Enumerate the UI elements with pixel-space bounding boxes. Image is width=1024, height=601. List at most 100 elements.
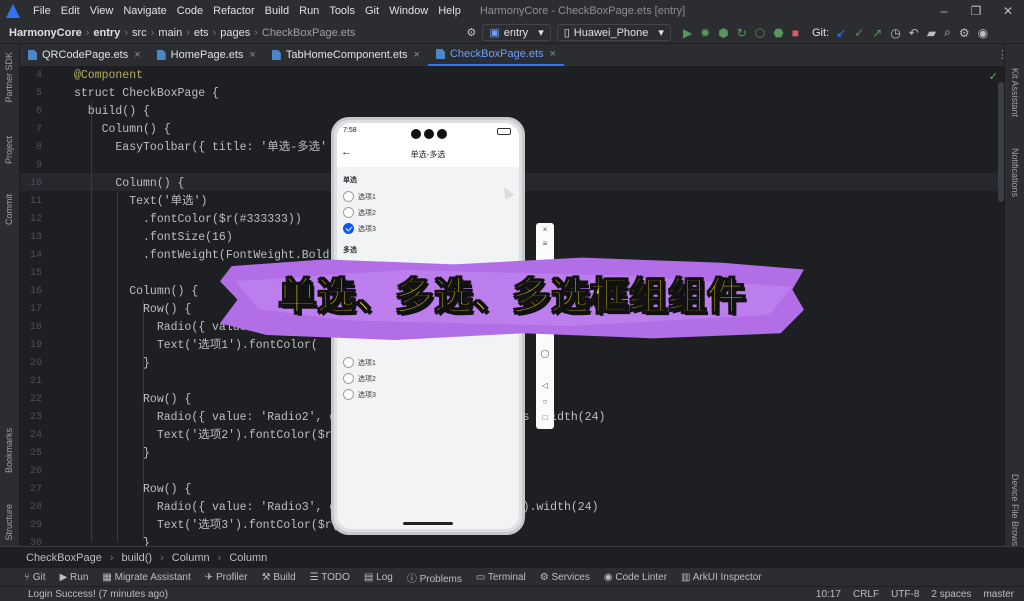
project-tab[interactable]: Project: [4, 136, 14, 164]
device-file-browser-tab[interactable]: Device File Browser: [1010, 474, 1020, 554]
breadcrumb-column-inner[interactable]: Column: [229, 552, 267, 564]
git-update-icon[interactable]: ↙: [832, 26, 850, 40]
rerun-icon[interactable]: ↻: [733, 26, 751, 40]
menu-window[interactable]: Window: [384, 5, 433, 17]
status-message[interactable]: Login Success! (7 minutes ago): [28, 589, 168, 600]
checkbox-option-1[interactable]: 选项1: [343, 357, 376, 368]
run-icon[interactable]: ▶: [679, 26, 696, 40]
tool-profiler[interactable]: ✈ Profiler: [205, 572, 248, 583]
radio-option-2[interactable]: 选项2: [343, 207, 376, 218]
tool-terminal[interactable]: ▭ Terminal: [476, 572, 526, 583]
breadcrumb-src[interactable]: src: [129, 27, 150, 39]
close-tab-icon[interactable]: ×: [249, 49, 255, 61]
close-icon[interactable]: ×: [536, 225, 554, 234]
tool-git[interactable]: ⑂ Git: [24, 572, 46, 583]
tool-services[interactable]: ⚙ Services: [540, 572, 590, 583]
menu-navigate[interactable]: Navigate: [118, 5, 171, 17]
indent-setting[interactable]: 2 spaces: [931, 589, 971, 600]
radio-checked-icon[interactable]: [343, 223, 354, 234]
partner-sdk-tab[interactable]: Partner SDK: [4, 52, 14, 103]
file-encoding[interactable]: UTF-8: [891, 589, 919, 600]
coverage-icon[interactable]: ⬣: [769, 26, 787, 40]
editor-scrollbar[interactable]: [998, 82, 1004, 202]
checkbox-option-3[interactable]: 选项3: [343, 389, 376, 400]
tool-run[interactable]: ▶ Run: [60, 572, 89, 583]
menu-icon[interactable]: ≡: [536, 239, 554, 248]
breadcrumb-pages[interactable]: pages: [217, 27, 253, 39]
tab-homepage[interactable]: HomePage.ets ×: [149, 44, 264, 66]
tool-problems[interactable]: ⓘ Problems: [407, 570, 462, 585]
close-tab-icon[interactable]: ×: [550, 48, 556, 60]
close-icon[interactable]: ✕: [992, 0, 1024, 22]
tab-tabhomecomponent[interactable]: TabHomeComponent.ets ×: [264, 44, 428, 66]
debug-icon[interactable]: ✹: [696, 26, 714, 40]
inspection-ok-icon[interactable]: ✓: [989, 70, 998, 83]
breadcrumb-build[interactable]: build(): [122, 552, 153, 564]
caret-position[interactable]: 10:17: [816, 589, 841, 600]
tool-migrate-assistant[interactable]: ▦ Migrate Assistant: [102, 572, 190, 583]
recent-nav-icon[interactable]: □: [536, 413, 554, 422]
run-config-select[interactable]: ▣ entry ▾: [482, 24, 551, 41]
radio-option-3[interactable]: 选项3: [343, 223, 376, 234]
menu-view[interactable]: View: [85, 5, 119, 17]
menu-build[interactable]: Build: [260, 5, 294, 17]
breadcrumb-column[interactable]: Column: [172, 552, 210, 564]
settings-icon[interactable]: ⚙: [955, 26, 974, 40]
notifications-tab[interactable]: Notifications: [1010, 148, 1020, 197]
account-icon[interactable]: ◉: [974, 26, 992, 40]
tab-qrcodepage[interactable]: QRCodePage.ets ×: [20, 44, 149, 66]
tool-build[interactable]: ⚒ Build: [262, 572, 296, 583]
minimize-icon[interactable]: –: [928, 0, 960, 22]
back-nav-icon[interactable]: ◁: [536, 381, 554, 390]
git-push-icon[interactable]: ↗: [868, 26, 886, 40]
breadcrumb-file[interactable]: CheckBoxPage.ets: [259, 27, 359, 39]
breadcrumb-module[interactable]: entry: [90, 27, 123, 39]
close-tab-icon[interactable]: ×: [134, 49, 140, 61]
menu-git[interactable]: Git: [360, 5, 384, 17]
checkbox-icon[interactable]: [343, 373, 354, 384]
settings-gear-icon[interactable]: ⚙: [466, 26, 476, 39]
tool-arkui-inspector[interactable]: ▥ ArkUI Inspector: [681, 572, 762, 583]
tool-code-linter[interactable]: ◉ Code Linter: [604, 572, 667, 583]
menu-edit[interactable]: Edit: [56, 5, 85, 17]
radio-icon[interactable]: [343, 191, 354, 202]
radio-option-1[interactable]: 选项1: [343, 191, 376, 202]
menu-tools[interactable]: Tools: [324, 5, 360, 17]
menu-refactor[interactable]: Refactor: [208, 5, 260, 17]
bookmarks-tab[interactable]: Bookmarks: [4, 428, 14, 473]
search-icon[interactable]: ⌕: [940, 25, 955, 40]
line-separator[interactable]: CRLF: [853, 589, 879, 600]
radio-icon[interactable]: [343, 207, 354, 218]
structure-tab[interactable]: Structure: [4, 504, 14, 541]
commit-tab[interactable]: Commit: [4, 194, 14, 225]
close-tab-icon[interactable]: ×: [414, 49, 420, 61]
stop-icon[interactable]: ■: [788, 26, 803, 40]
kit-assistant-tab[interactable]: Kit Assistant: [1010, 68, 1020, 117]
git-branch[interactable]: master: [983, 589, 1014, 600]
tab-checkboxpage[interactable]: CheckBoxPage.ets ×: [427, 44, 564, 66]
attach-icon[interactable]: ⬢: [714, 26, 732, 40]
rollback-icon[interactable]: ↶: [905, 26, 923, 40]
menu-run[interactable]: Run: [294, 5, 324, 17]
tool-todo[interactable]: ☰ TODO: [310, 572, 350, 583]
home-nav-icon[interactable]: ○: [536, 397, 554, 406]
history-icon[interactable]: ◷: [886, 26, 904, 40]
restore-icon[interactable]: ❐: [960, 0, 992, 22]
checkbox-icon[interactable]: [343, 389, 354, 400]
tool-log[interactable]: ▤ Log: [364, 572, 393, 583]
power-icon[interactable]: ◯: [536, 349, 554, 358]
checkbox-icon[interactable]: [343, 357, 354, 368]
profile-icon[interactable]: ⬡: [751, 26, 769, 40]
menu-code[interactable]: Code: [172, 5, 208, 17]
menu-file[interactable]: File: [28, 5, 56, 17]
checkbox-option-2[interactable]: 选项2: [343, 373, 376, 384]
device-manager-icon[interactable]: ▰: [923, 26, 940, 40]
breadcrumb-project[interactable]: HarmonyCore: [6, 27, 85, 39]
breadcrumb-ets[interactable]: ets: [191, 27, 212, 39]
breadcrumb-checkboxpage[interactable]: CheckBoxPage: [26, 552, 102, 564]
device-select[interactable]: ▯ Huawei_Phone ▾: [556, 24, 671, 41]
breadcrumb-main[interactable]: main: [155, 27, 185, 39]
menu-help[interactable]: Help: [433, 5, 466, 17]
more-tabs-icon[interactable]: ⋮: [997, 48, 1008, 61]
git-commit-icon[interactable]: ✓: [850, 26, 868, 40]
